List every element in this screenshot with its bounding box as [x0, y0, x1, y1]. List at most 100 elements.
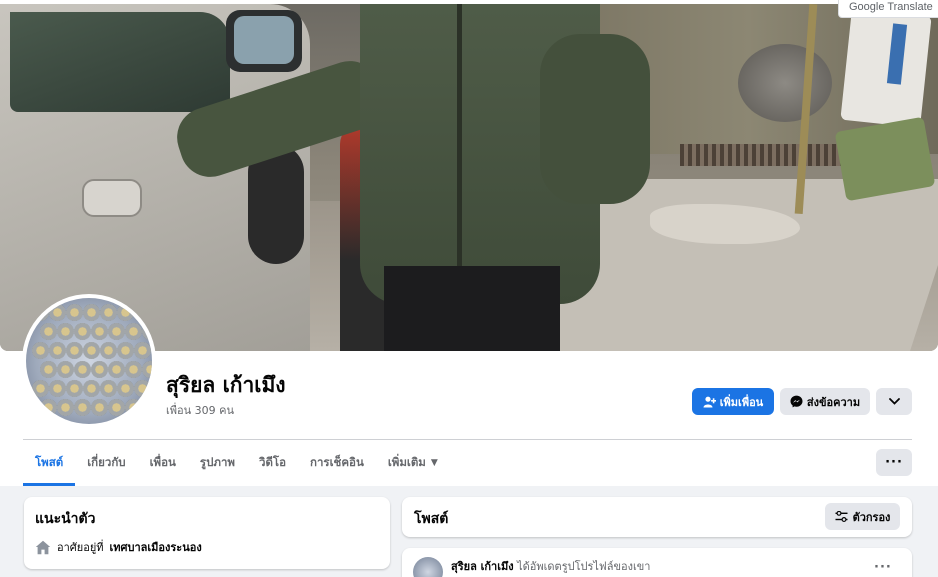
- cover-arm: [540, 34, 650, 204]
- cover-zipper: [457, 4, 462, 284]
- avatar-coin: [142, 399, 152, 416]
- friends-count[interactable]: เพื่อน 309 คน: [166, 401, 234, 419]
- tab-photos[interactable]: รูปภาพ: [188, 440, 247, 486]
- home-icon: [35, 540, 51, 554]
- avatar-coin: [32, 380, 49, 397]
- tabs-overflow-button[interactable]: ···: [876, 449, 912, 476]
- filter-label: ตัวกรอง: [852, 510, 891, 524]
- profile-avatar[interactable]: [22, 294, 156, 428]
- lives-in-place-link[interactable]: เทศบาลเมืองระนอง: [110, 538, 202, 556]
- post-author-link[interactable]: สุริยล เก้าเมึง: [451, 560, 514, 573]
- cover-sack: [840, 8, 932, 128]
- avatar-coin: [74, 323, 91, 340]
- avatar-coin: [108, 399, 125, 416]
- tab-label: รูปภาพ: [199, 455, 235, 469]
- tab-label: โพสต์: [35, 455, 64, 469]
- avatar-coin: [125, 323, 142, 340]
- message-button[interactable]: ส่งข้อความ: [780, 388, 870, 415]
- avatar-coin: [40, 361, 57, 378]
- add-friend-button[interactable]: เพิ่มเพื่อน: [692, 388, 774, 415]
- cover-pants: [384, 266, 560, 351]
- avatar-coin: [117, 304, 134, 321]
- avatar-coin: [74, 399, 91, 416]
- avatar-coin: [40, 399, 57, 416]
- post-header-line: สุริยล เก้าเมึง ได้อัพเดตรูปโปรไฟล์ของเข…: [451, 557, 650, 575]
- google-translate-chip[interactable]: Google Translate: [838, 0, 938, 18]
- avatar-coin: [100, 380, 117, 397]
- add-friend-label: เพิ่มเพื่อน: [719, 395, 764, 409]
- avatar-coin: [57, 323, 74, 340]
- more-dots-icon: ···: [874, 560, 892, 575]
- avatar-coin: [108, 323, 125, 340]
- add-friend-icon: [703, 396, 716, 407]
- avatar-coin: [91, 323, 108, 340]
- cover-pot: [738, 44, 832, 122]
- lives-in-row: อาศัยอยู่ที่ เทศบาลเมืองระนอง: [35, 538, 202, 556]
- avatar-coin: [57, 361, 74, 378]
- post-action-text: ได้อัพเดตรูปโปรไฟล์ของเขา: [517, 560, 651, 573]
- tab-label: การเช็คอิน: [310, 455, 364, 469]
- chevron-down-icon: [888, 398, 900, 405]
- cover-mirror-glass: [234, 16, 294, 64]
- avatar-coin: [91, 361, 108, 378]
- avatar-coin: [66, 342, 83, 359]
- avatar-coin: [142, 361, 152, 378]
- avatar-coin: [117, 342, 134, 359]
- avatar-coin: [100, 304, 117, 321]
- avatar-coin: [91, 399, 108, 416]
- tab-posts[interactable]: โพสต์: [23, 440, 76, 486]
- avatar-coin: [40, 323, 57, 340]
- avatar-coin: [125, 399, 142, 416]
- tab-label: วิดีโอ: [259, 455, 287, 469]
- cover-car-window: [10, 12, 230, 112]
- caret-down-icon: ▼: [430, 458, 438, 468]
- avatar-coin: [117, 380, 134, 397]
- tab-checkins[interactable]: การเช็คอิน: [298, 440, 376, 486]
- avatar-coin: [66, 380, 83, 397]
- avatar-coin: [108, 361, 125, 378]
- avatar-coin: [49, 380, 66, 397]
- avatar-coins-image: [26, 298, 152, 424]
- tab-friends[interactable]: เพื่อน: [138, 440, 188, 486]
- avatar-coin: [32, 304, 49, 321]
- lives-in-prefix: อาศัยอยู่ที่: [57, 541, 104, 554]
- cover-photo[interactable]: [0, 4, 938, 351]
- intro-title: แนะนำตัว: [35, 511, 96, 527]
- tab-label: เพื่อน: [149, 455, 176, 469]
- intro-card: แนะนำตัว อาศัยอยู่ที่ เทศบาลเมืองระนอง: [24, 497, 390, 569]
- posts-header-card: โพสต์ ตัวกรอง: [402, 497, 912, 537]
- avatar-coin: [134, 380, 151, 397]
- avatar-coin: [49, 342, 66, 359]
- avatar-coin: [134, 304, 151, 321]
- avatar-coin: [100, 342, 117, 359]
- filter-button[interactable]: ตัวกรอง: [825, 503, 900, 530]
- tab-label: เกี่ยวกับ: [87, 455, 126, 469]
- avatar-coin: [142, 323, 152, 340]
- avatar-coin: [125, 361, 142, 378]
- messenger-icon: [790, 395, 803, 408]
- tab-videos[interactable]: วิดีโอ: [247, 440, 298, 486]
- avatar-coin: [83, 380, 100, 397]
- post-author-avatar[interactable]: [413, 557, 443, 577]
- tab-about[interactable]: เกี่ยวกับ: [75, 440, 137, 486]
- cover-door-handle: [82, 179, 142, 217]
- profile-name: สุริยล เก้าเมึง: [166, 373, 286, 397]
- avatar-coin: [66, 304, 83, 321]
- tab-more[interactable]: เพิ่มเติม ▼: [376, 440, 450, 486]
- message-label: ส่งข้อความ: [806, 395, 861, 409]
- profile-more-button[interactable]: [876, 388, 912, 415]
- avatar-coin: [74, 361, 91, 378]
- post-card: สุริยล เก้าเมึง ได้อัพเดตรูปโปรไฟล์ของเข…: [402, 548, 912, 577]
- avatar-coin: [83, 304, 100, 321]
- avatar-coin: [57, 399, 74, 416]
- avatar-coin: [49, 304, 66, 321]
- profile-tabs: โพสต์ เกี่ยวกับ เพื่อน รูปภาพ วิดีโอ การ…: [23, 440, 450, 486]
- avatar-coin: [32, 342, 49, 359]
- avatar-coin: [134, 342, 151, 359]
- more-dots-icon: ···: [885, 455, 903, 470]
- cover-drain-grate: [680, 144, 860, 166]
- posts-title: โพสต์: [414, 511, 449, 527]
- avatar-coin: [83, 342, 100, 359]
- tab-label: เพิ่มเติม: [387, 455, 426, 469]
- post-menu-button[interactable]: ···: [874, 560, 892, 575]
